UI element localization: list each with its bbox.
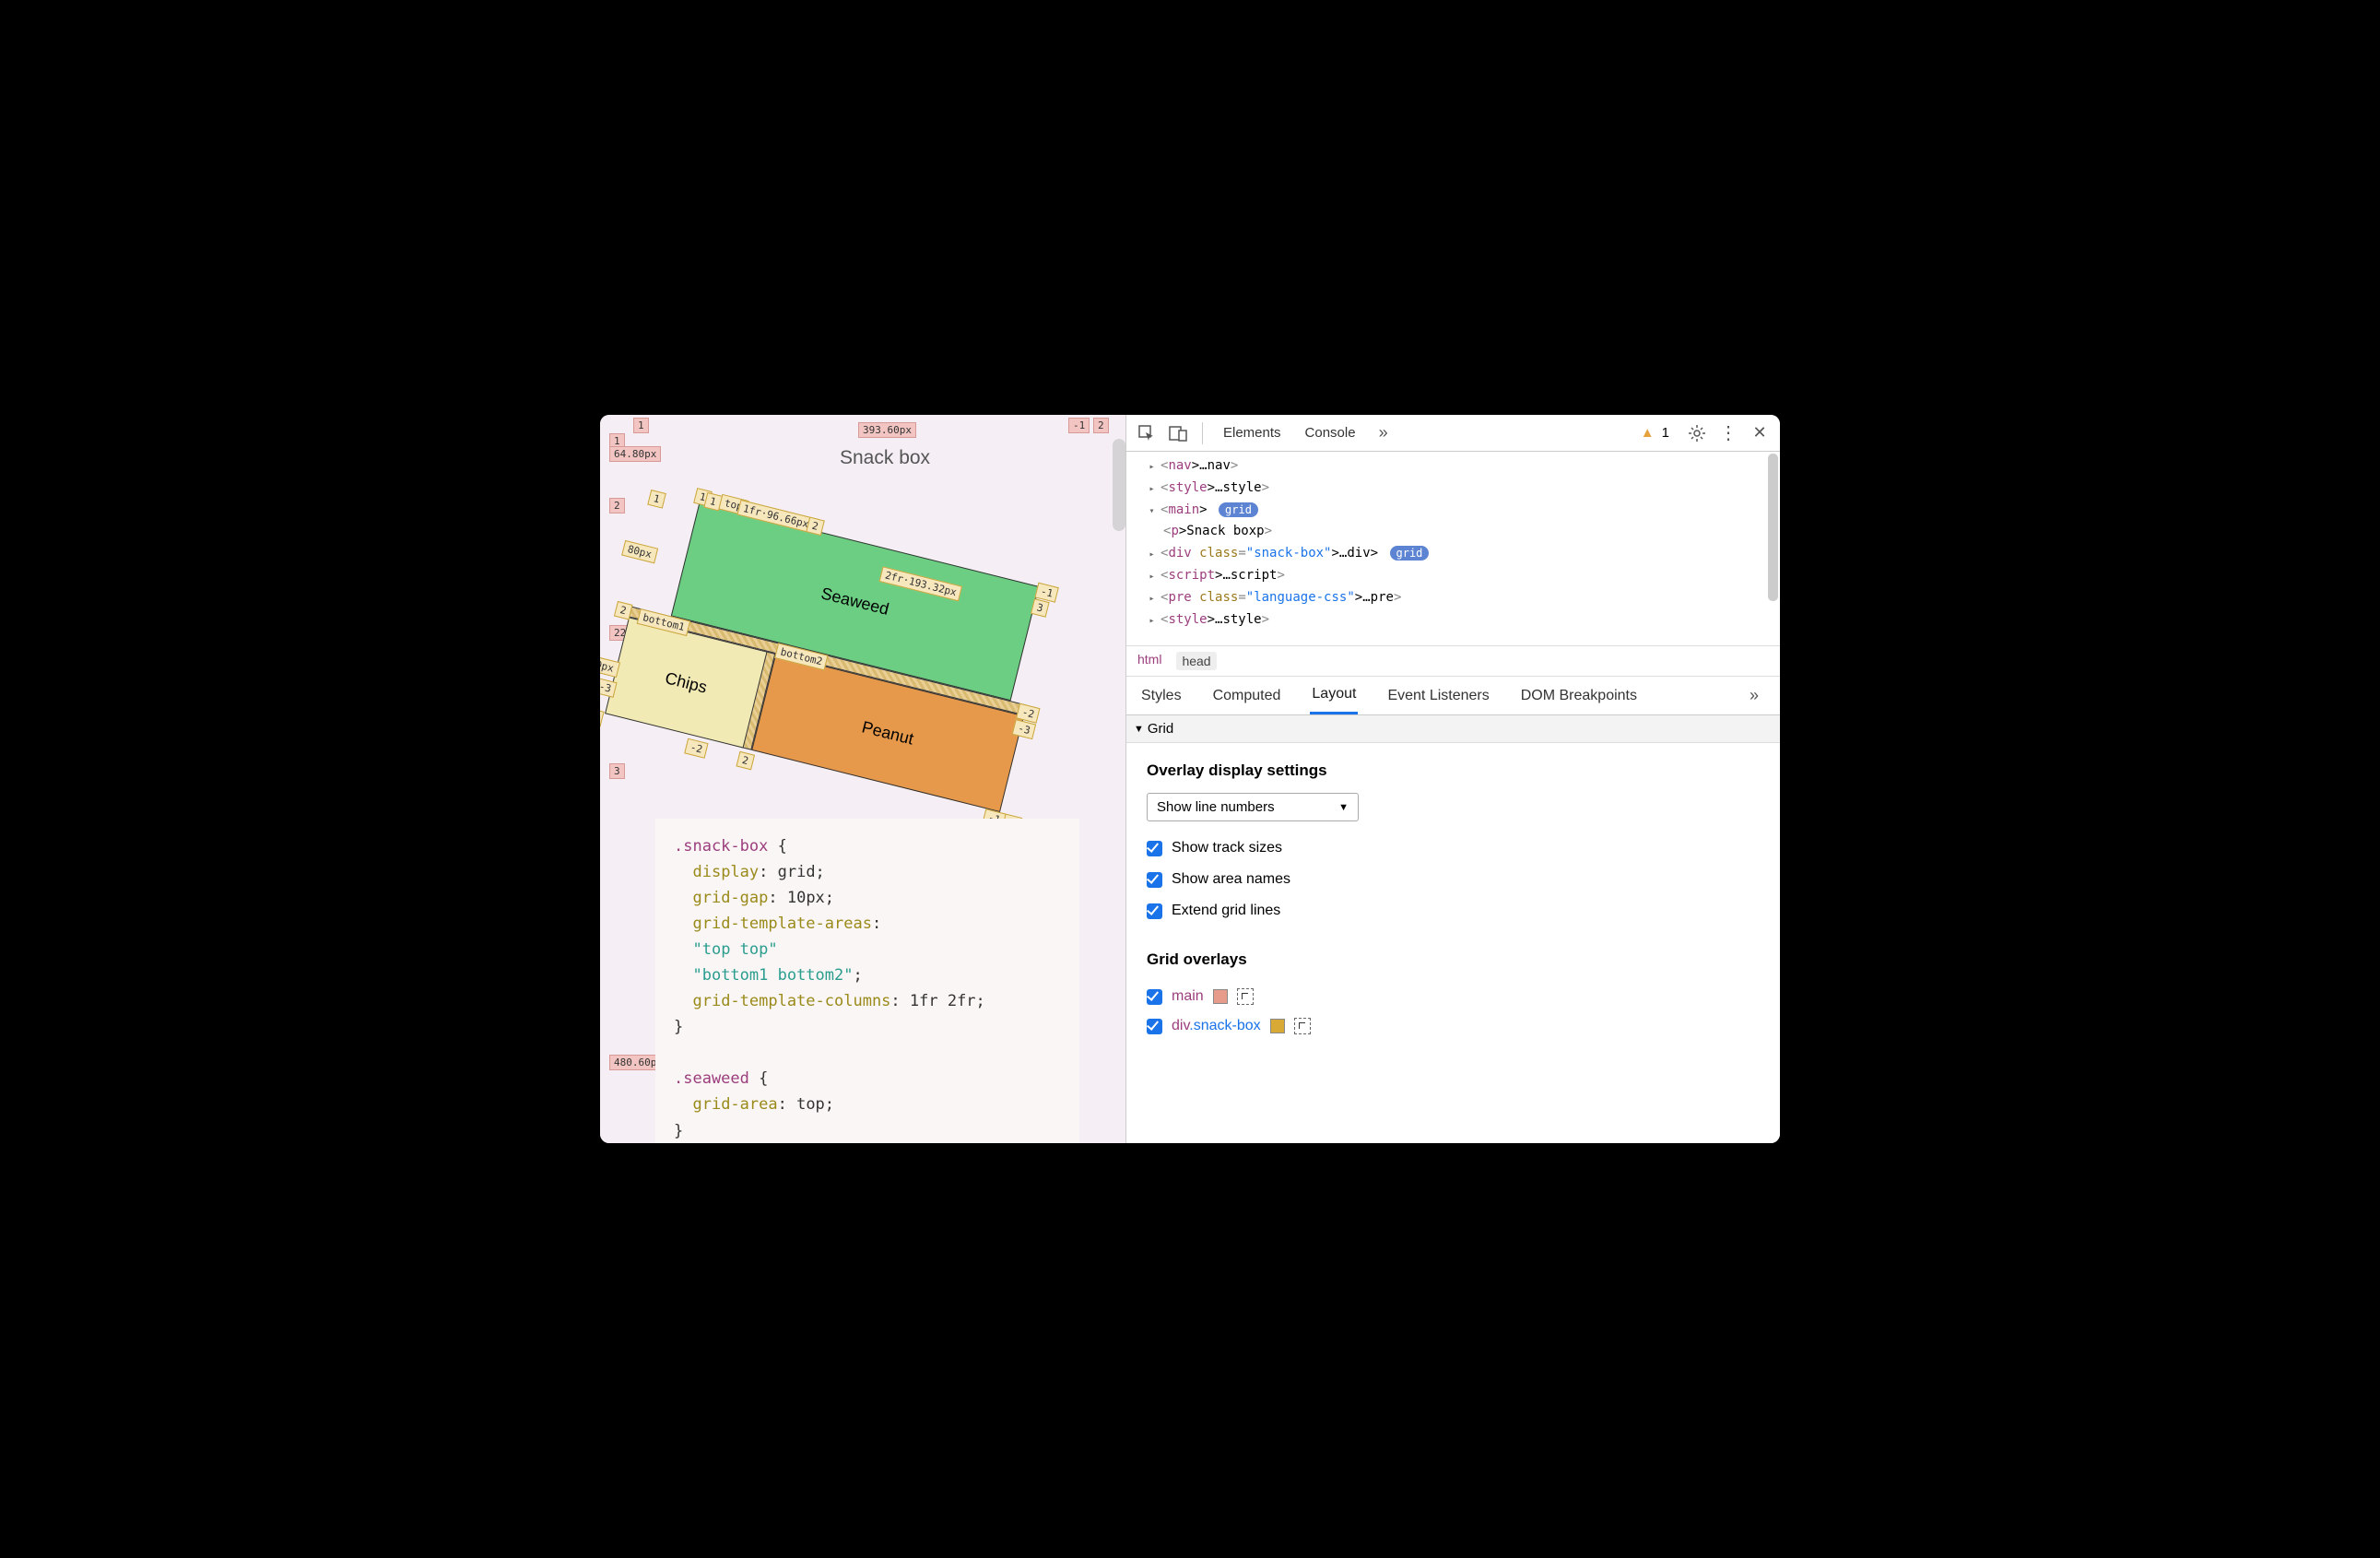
main-row1-size: 64.80px [609, 446, 661, 462]
layout-section-grid-header[interactable]: ▼ Grid [1126, 715, 1780, 743]
device-toggle-icon[interactable] [1165, 420, 1191, 446]
main-line-2-top: 2 [1093, 418, 1109, 433]
select-value: Show line numbers [1157, 799, 1275, 815]
tab-dom-breakpoints[interactable]: DOM Breakpoints [1519, 679, 1639, 714]
issues-count[interactable]: 1 [1662, 425, 1669, 441]
label-extend-lines: Extend grid lines [1172, 903, 1280, 919]
overlay-checkbox[interactable] [1147, 989, 1162, 1005]
settings-icon[interactable] [1684, 420, 1710, 446]
sb-line-3-top: 3 [1031, 598, 1049, 618]
devtools-panel: Elements Console » ▲ 1 ⋮ ✕ ▸<nav>…nav>▸<… [1125, 415, 1780, 1143]
label-track-sizes: Show track sizes [1172, 840, 1282, 856]
overlay-settings-title: Overlay display settings [1147, 761, 1760, 780]
tab-console[interactable]: Console [1296, 418, 1365, 448]
tab-layout[interactable]: Layout [1310, 677, 1358, 714]
inspect-icon[interactable] [1134, 420, 1160, 446]
sb-row1-size: 80px [621, 540, 658, 563]
code-snippet: .snack-box { display: grid; grid-gap: 10… [655, 819, 1079, 1143]
reveal-element-icon[interactable] [1237, 988, 1254, 1005]
overlay-swatch[interactable] [1270, 1019, 1285, 1033]
overlay-swatch[interactable] [1213, 989, 1228, 1004]
sb-line-3-left: 3 [600, 708, 604, 727]
tab-styles[interactable]: Styles [1139, 679, 1184, 714]
kebab-menu-icon[interactable]: ⋮ [1715, 420, 1741, 446]
sb-line-2-bot: 2 [736, 751, 754, 771]
grid-overlays-list: main div.snack-box [1147, 982, 1760, 1041]
page-title: Snack box [840, 447, 930, 469]
layout-section-grid-title: Grid [1148, 721, 1173, 737]
chevron-down-icon: ▼ [1338, 802, 1349, 813]
dom-node-row[interactable]: ▸<pre class="language-css">…pre> [1147, 587, 1780, 609]
main-line-2-left: 2 [609, 498, 625, 513]
main-toolbar: Elements Console » ▲ 1 ⋮ ✕ [1126, 415, 1780, 452]
elements-tree[interactable]: ▸<nav>…nav>▸<style>…style>▾<main> grid<p… [1126, 452, 1780, 645]
grid-overlay-item: main [1147, 982, 1760, 1011]
devtools-window: 1 -1 2 393.60px 1 64.80px 2 222px 3 480.… [600, 415, 1780, 1143]
snack-box-grid: Seaweed Chips Peanut 1 1 top 1fr·96.66px… [648, 475, 1073, 798]
dom-node-row[interactable]: ▸<nav>…nav> [1147, 455, 1780, 478]
tab-event-listeners[interactable]: Event Listeners [1385, 679, 1490, 714]
main-line-neg1-top: -1 [1068, 418, 1090, 433]
checkbox-area-names[interactable] [1147, 872, 1162, 888]
sb-line-neg2-bot: -2 [684, 738, 709, 759]
grid-overlays-title: Grid overlays [1147, 950, 1760, 969]
viewport-scrollbar[interactable] [1113, 439, 1125, 531]
line-numbers-select[interactable]: Show line numbers ▼ [1147, 793, 1359, 821]
breadcrumb[interactable]: html head [1126, 645, 1780, 677]
subtabs-overflow-icon[interactable]: » [1741, 683, 1767, 709]
dom-node-row[interactable]: ▸<script>…script> [1147, 565, 1780, 587]
sb-line-1-left: 1 [647, 490, 666, 509]
tab-computed[interactable]: Computed [1211, 679, 1283, 714]
close-icon[interactable]: ✕ [1747, 420, 1773, 446]
tab-elements[interactable]: Elements [1214, 418, 1290, 448]
overlay-checkbox[interactable] [1147, 1019, 1162, 1034]
dom-node-row[interactable]: ▸<style>…style> [1147, 609, 1780, 631]
grid-overlay-item: div.snack-box [1147, 1011, 1760, 1041]
warning-icon[interactable]: ▲ [1641, 425, 1655, 441]
main-width-label: 393.60px [858, 422, 916, 438]
sidebar-tabs: Styles Computed Layout Event Listeners D… [1126, 677, 1780, 715]
dom-node-row[interactable]: ▸<div class="snack-box">…div> grid [1147, 543, 1780, 565]
page-viewport[interactable]: 1 -1 2 393.60px 1 64.80px 2 222px 3 480.… [600, 415, 1125, 1143]
dom-node-row[interactable]: <p>Snack boxp> [1147, 521, 1780, 543]
checkbox-track-sizes[interactable] [1147, 841, 1162, 856]
checkbox-extend-lines[interactable] [1147, 903, 1162, 919]
elements-scrollbar[interactable] [1768, 454, 1778, 601]
sb-row2-size: 80px [600, 655, 620, 678]
main-line-3-left: 3 [609, 763, 625, 779]
label-area-names: Show area names [1172, 871, 1290, 888]
layout-pane: Overlay display settings Show line numbe… [1126, 743, 1780, 1143]
crumb-head[interactable]: head [1176, 652, 1216, 670]
main-line-1a: 1 [633, 418, 649, 433]
reveal-element-icon[interactable] [1294, 1018, 1311, 1034]
dom-node-row[interactable]: ▾<main> grid [1147, 500, 1780, 522]
dom-node-row[interactable]: ▸<style>…style> [1147, 478, 1780, 500]
tabs-overflow-icon[interactable]: » [1371, 420, 1396, 446]
crumb-html[interactable]: html [1137, 652, 1161, 670]
